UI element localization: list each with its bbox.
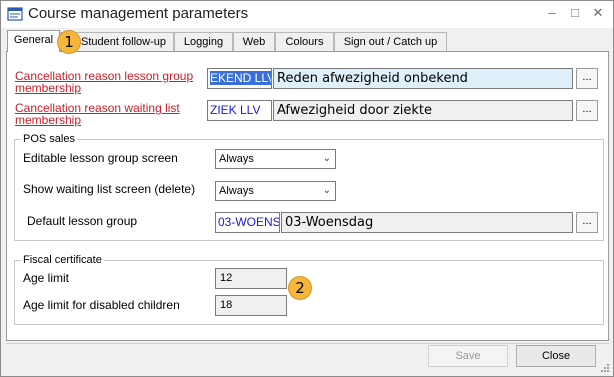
default-lesson-group-browse-button[interactable]: ...: [576, 212, 598, 233]
app-icon: [7, 7, 23, 21]
tab-general-label: General: [13, 34, 54, 46]
tab-colours-label: Colours: [285, 36, 324, 48]
tab-logging-label: Logging: [183, 36, 224, 48]
default-lesson-group-label: Default lesson group: [27, 214, 138, 228]
minimize-icon[interactable]: –: [544, 5, 560, 21]
tab-strip: General Student follow-up Logging Web Co…: [7, 30, 607, 52]
cancellation-lesson-group-link[interactable]: Cancellation reason lesson group members…: [15, 70, 195, 94]
age-limit-disabled-label: Age limit for disabled children: [23, 298, 180, 312]
tab-general[interactable]: General: [7, 30, 60, 52]
tab-student-follow-up-label: Student follow-up: [81, 36, 166, 48]
chevron-down-icon: ⌄: [322, 185, 331, 196]
show-waiting-list-value: Always: [219, 185, 254, 197]
cancellation-lesson-group-code-value: EKEND LLV: [210, 71, 271, 85]
editable-lesson-group-label: Editable lesson group screen: [23, 151, 178, 165]
callout-2: 2: [288, 276, 312, 300]
tab-web[interactable]: Web: [233, 32, 275, 52]
editable-lesson-group-select[interactable]: Always ⌄: [215, 149, 336, 169]
chevron-down-icon: ⌄: [322, 153, 331, 164]
default-lesson-group-code-field[interactable]: 03-WOENS: [215, 212, 280, 233]
tab-logging[interactable]: Logging: [174, 32, 233, 52]
tab-web-label: Web: [242, 36, 266, 48]
age-limit-disabled-field[interactable]: 18: [215, 295, 287, 316]
default-lesson-group-desc-field: 03-Woensdag: [281, 212, 573, 233]
cancellation-waiting-list-code-field[interactable]: ZIEK LLV: [207, 100, 272, 121]
cancellation-lesson-group-code-field[interactable]: EKEND LLV: [207, 68, 272, 89]
dialog-window: Course management parameters – □ ✕ Gener…: [0, 0, 614, 377]
fiscal-certificate-title: Fiscal certificate: [21, 254, 104, 266]
resize-grip-icon[interactable]: [600, 363, 610, 373]
cancellation-waiting-list-desc-field: Afwezigheid door ziekte: [273, 100, 573, 121]
editable-lesson-group-value: Always: [219, 153, 254, 165]
pos-sales-title: POS sales: [21, 133, 77, 145]
general-tab-panel: Cancellation reason lesson group members…: [6, 51, 609, 341]
save-button[interactable]: Save: [428, 345, 508, 367]
show-waiting-list-select[interactable]: Always ⌄: [215, 181, 336, 201]
tab-sign-out-catch-up[interactable]: Sign out / Catch up: [334, 32, 447, 52]
age-limit-label: Age limit: [23, 271, 70, 285]
age-limit-field[interactable]: 12: [215, 268, 287, 289]
window-title: Course management parameters: [28, 5, 249, 22]
footer-divider: [6, 343, 609, 344]
close-button[interactable]: Close: [516, 345, 596, 367]
cancellation-waiting-list-browse-button[interactable]: ...: [576, 100, 598, 121]
title-bar: Course management parameters – □ ✕: [1, 1, 613, 28]
callout-1: 1: [57, 30, 81, 54]
pos-sales-group: POS sales Editable lesson group screen A…: [14, 133, 604, 241]
cancellation-lesson-group-desc-field: Reden afwezigheid onbekend: [273, 68, 573, 89]
tab-sign-out-catch-up-label: Sign out / Catch up: [343, 36, 438, 48]
cancellation-lesson-group-browse-button[interactable]: ...: [576, 68, 598, 89]
close-icon[interactable]: ✕: [590, 5, 606, 21]
tab-colours[interactable]: Colours: [275, 32, 334, 52]
maximize-icon[interactable]: □: [567, 5, 583, 21]
cancellation-waiting-list-link[interactable]: Cancellation reason waiting list members…: [15, 102, 195, 126]
show-waiting-list-label: Show waiting list screen (delete): [23, 182, 196, 196]
